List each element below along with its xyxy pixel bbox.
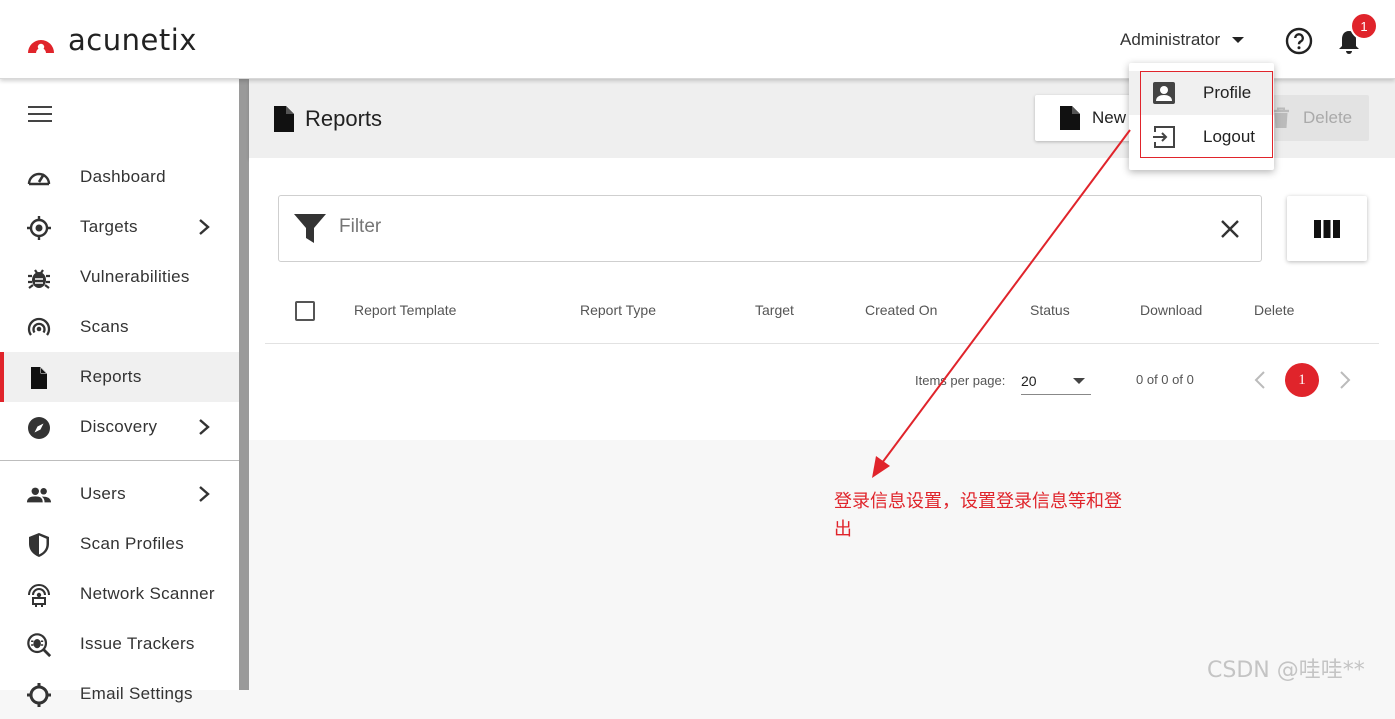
gauge-icon: [27, 172, 51, 186]
email-settings-icon: [27, 683, 51, 707]
user-dropdown-menu: Profile Logout: [1129, 63, 1274, 170]
table-header: Report Template Report Type Target Creat…: [265, 288, 1379, 344]
menu-item-label: Logout: [1203, 127, 1255, 146]
issue-tracker-icon: [27, 633, 52, 658]
column-header-target[interactable]: Target: [755, 302, 794, 318]
menu-item-profile[interactable]: Profile: [1129, 71, 1274, 115]
brand-name: acunetix: [68, 23, 197, 57]
filter-input[interactable]: [339, 216, 1199, 238]
shield-icon: [29, 533, 49, 557]
sidebar-border: [239, 79, 249, 690]
sidebar: Dashboard Targets Vulnerabilities Scans: [0, 79, 239, 707]
menu-item-label: Profile: [1203, 83, 1252, 102]
sidebar-item-email-settings[interactable]: Email Settings: [0, 669, 239, 719]
app-logo[interactable]: acunetix: [24, 24, 197, 56]
column-settings-button[interactable]: [1287, 196, 1367, 261]
column-header-report-template[interactable]: Report Template: [354, 302, 456, 318]
notification-badge[interactable]: 1: [1350, 12, 1378, 40]
sidebar-item-label: Scan Profiles: [80, 534, 185, 553]
user-card-icon: [1153, 82, 1175, 104]
sidebar-item-label: Reports: [80, 367, 142, 386]
chevron-right-icon: [199, 219, 210, 235]
chevron-left-icon[interactable]: [1253, 370, 1267, 390]
document-icon: [274, 106, 294, 132]
logout-icon: [1153, 126, 1175, 148]
trash-icon: [1273, 107, 1289, 128]
menu-item-logout[interactable]: Logout: [1129, 115, 1274, 159]
chevron-right-icon[interactable]: [1338, 370, 1352, 390]
sidebar-item-label: Targets: [80, 217, 138, 236]
new-button-label: New: [1092, 108, 1127, 127]
close-icon[interactable]: [1220, 219, 1240, 239]
annotation-text: 登录信息设置，设置登录信息等和登出: [834, 491, 1122, 540]
sidebar-item-label: Discovery: [80, 417, 158, 436]
document-icon: [1060, 106, 1080, 130]
sidebar-item-targets[interactable]: Targets: [0, 202, 239, 252]
sidebar-item-label: Email Settings: [80, 684, 193, 703]
acunetix-logo-icon: [28, 40, 54, 53]
filter-bar[interactable]: [278, 195, 1262, 262]
hamburger-menu-icon[interactable]: [28, 106, 52, 124]
items-per-page-value: 20: [1021, 373, 1037, 389]
user-name: Administrator: [1120, 30, 1221, 49]
columns-icon: [1314, 220, 1340, 238]
sidebar-item-issue-trackers[interactable]: Issue Trackers: [0, 619, 239, 669]
radar-icon: [27, 317, 51, 336]
delete-button[interactable]: Delete: [1259, 95, 1369, 141]
caret-down-icon: [1073, 378, 1085, 384]
items-per-page-select[interactable]: 20: [1021, 367, 1091, 395]
sidebar-item-dashboard[interactable]: Dashboard: [0, 152, 239, 202]
bug-icon: [28, 269, 50, 289]
sidebar-item-reports[interactable]: Reports: [0, 352, 239, 402]
reports-panel: Report Template Report Type Target Creat…: [249, 158, 1395, 440]
sidebar-item-label: Issue Trackers: [80, 634, 195, 653]
watermark: CSDN @哇哇**: [1207, 658, 1365, 683]
sidebar-item-scans[interactable]: Scans: [0, 302, 239, 352]
help-icon[interactable]: [1285, 27, 1313, 55]
items-per-page-label: Items per page:: [915, 373, 1006, 388]
sidebar-item-users[interactable]: Users: [0, 469, 239, 519]
pagination-range: 0 of 0 of 0: [1136, 372, 1194, 387]
sidebar-item-label: Dashboard: [80, 167, 166, 186]
new-report-button[interactable]: New: [1035, 95, 1135, 141]
network-scanner-icon: [28, 584, 50, 607]
user-menu-toggle[interactable]: Administrator: [1120, 30, 1245, 50]
sidebar-item-vulnerabilities[interactable]: Vulnerabilities: [0, 252, 239, 302]
users-icon: [26, 487, 52, 503]
compass-icon: [28, 417, 50, 439]
column-header-created-on[interactable]: Created On: [865, 302, 937, 318]
sidebar-divider: [0, 460, 239, 461]
chevron-right-icon: [199, 419, 210, 435]
page-title: Reports: [305, 106, 383, 131]
sidebar-item-scan-profiles[interactable]: Scan Profiles: [0, 519, 239, 569]
sidebar-item-label: Scans: [80, 317, 129, 336]
sidebar-item-label: Vulnerabilities: [80, 267, 190, 286]
sidebar-item-discovery[interactable]: Discovery: [0, 402, 239, 452]
document-icon: [31, 367, 47, 389]
sidebar-item-label: Network Scanner: [80, 584, 215, 603]
page-number-button[interactable]: 1: [1285, 363, 1319, 397]
column-header-download[interactable]: Download: [1140, 302, 1202, 318]
column-header-status[interactable]: Status: [1030, 302, 1070, 318]
filter-funnel-icon: [294, 214, 326, 243]
select-all-checkbox[interactable]: [295, 301, 315, 321]
delete-button-label: Delete: [1303, 108, 1353, 127]
sidebar-item-network-scanner[interactable]: Network Scanner: [0, 569, 239, 619]
column-header-delete[interactable]: Delete: [1254, 302, 1294, 318]
crosshair-icon: [27, 216, 51, 240]
caret-down-icon: [1232, 37, 1245, 43]
sidebar-item-label: Users: [80, 484, 126, 503]
column-header-report-type[interactable]: Report Type: [580, 302, 656, 318]
chevron-right-icon: [199, 486, 210, 502]
